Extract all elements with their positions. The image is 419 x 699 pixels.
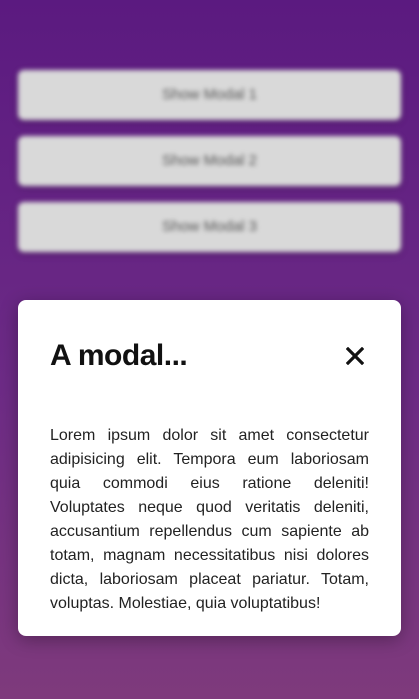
show-modal-1-button[interactable]: Show Modal 1 [18, 70, 401, 120]
modal-title: A modal... [50, 339, 188, 372]
show-modal-2-button[interactable]: Show Modal 2 [18, 136, 401, 186]
close-icon [346, 347, 364, 365]
close-button[interactable] [341, 342, 369, 370]
modal-header: A modal... [50, 332, 369, 380]
modal-dialog: A modal... Lorem ipsum dolor sit amet co… [18, 300, 401, 636]
show-modal-3-button[interactable]: Show Modal 3 [18, 202, 401, 252]
modal-body-text: Lorem ipsum dolor sit amet consectetur a… [50, 427, 369, 612]
